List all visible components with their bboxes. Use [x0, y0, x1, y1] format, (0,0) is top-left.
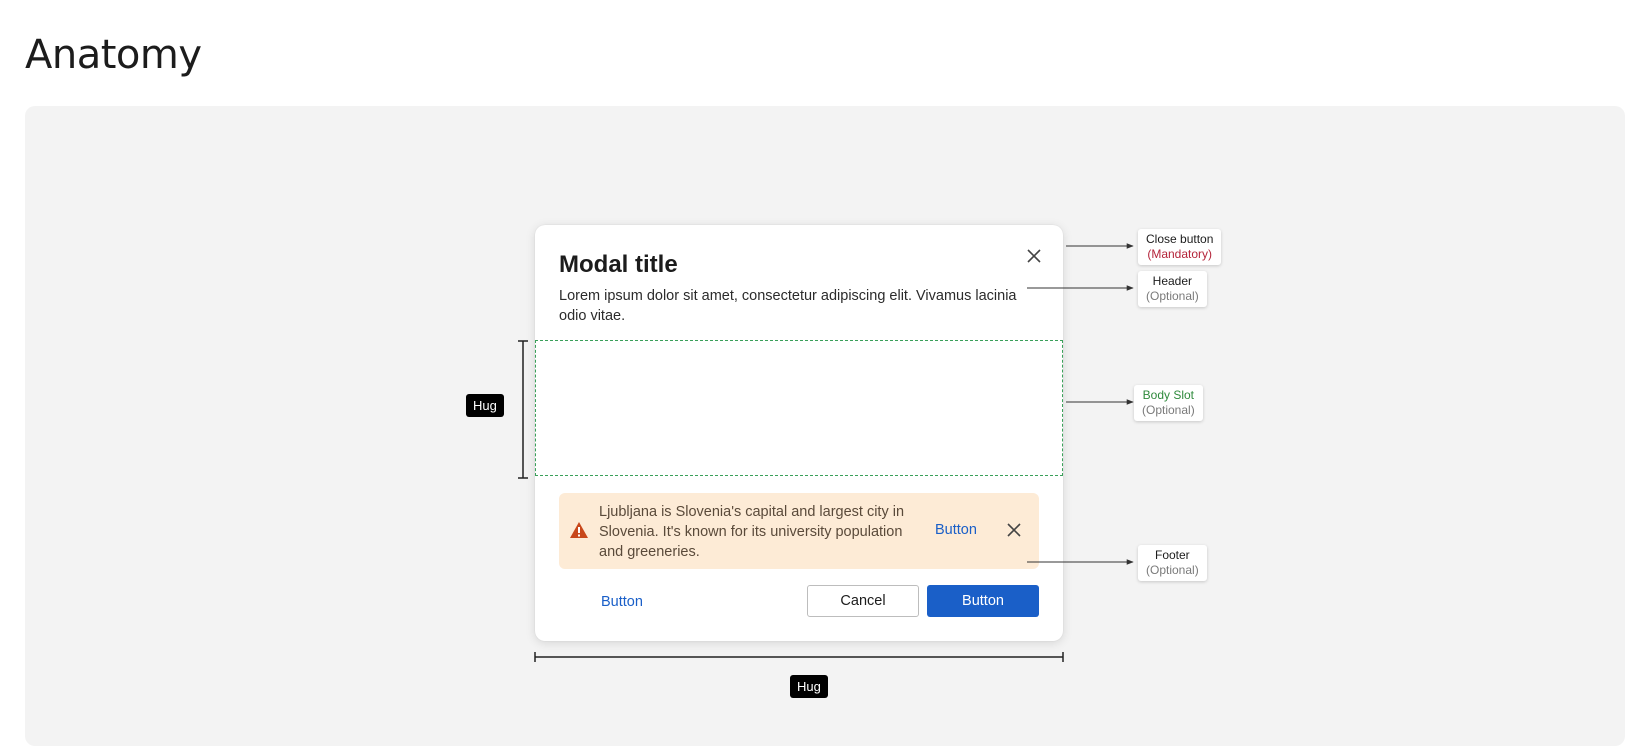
callout-body-slot: Body Slot (Optional): [1134, 385, 1203, 421]
horizontal-hug-bracket: [534, 652, 1064, 662]
callout-footer-name: Footer: [1155, 548, 1190, 562]
vertical-hug-label: Hug: [466, 394, 504, 417]
callout-close-button-status: (Mandatory): [1147, 247, 1213, 261]
vertical-hug-bracket: [518, 340, 528, 479]
annotation-lines: [518, 243, 1134, 662]
callout-close-button: Close button (Mandatory): [1138, 229, 1222, 265]
callout-header-name: Header: [1152, 274, 1193, 288]
callout-close-button-name: Close button: [1146, 232, 1214, 246]
horizontal-hug-label: Hug: [790, 675, 828, 698]
callout-header: Header (Optional): [1138, 271, 1207, 307]
callout-body-slot-name: Body Slot: [1142, 388, 1195, 402]
callout-footer-status: (Optional): [1146, 563, 1199, 577]
callout-header-status: (Optional): [1146, 289, 1199, 303]
callout-footer: Footer (Optional): [1138, 545, 1207, 581]
callout-body-slot-status: (Optional): [1142, 403, 1195, 417]
